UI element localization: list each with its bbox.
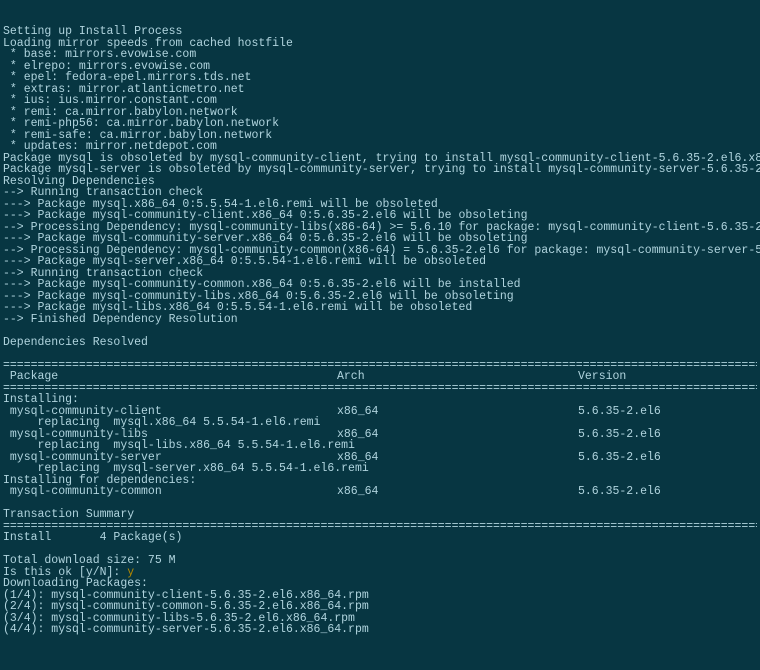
terminal-line: * epel: fedora-epel.mirrors.tds.net xyxy=(3,72,757,84)
table-header: PackageArchVersion xyxy=(3,371,757,383)
terminal-line xyxy=(3,325,757,337)
terminal-line: Dependencies Resolved xyxy=(3,337,757,349)
terminal-line: replacing mysql-server.x86_64 5.5.54-1.e… xyxy=(3,463,757,475)
terminal-line: ---> Package mysql-server.x86_64 0:5.5.5… xyxy=(3,256,757,268)
terminal-output: Setting up Install ProcessLoading mirror… xyxy=(3,26,757,636)
terminal-line: Installing: xyxy=(3,394,757,406)
separator: ========================================… xyxy=(3,383,757,395)
terminal-line: * updates: mirror.netdepot.com xyxy=(3,141,757,153)
terminal-line: Downloading Packages: xyxy=(3,578,757,590)
terminal-line: ---> Package mysql-community-server.x86_… xyxy=(3,233,757,245)
terminal-line: ---> Package mysql-libs.x86_64 0:5.5.54-… xyxy=(3,302,757,314)
terminal-line: ---> Package mysql-community-client.x86_… xyxy=(3,210,757,222)
package-row: mysql-community-commonx86_645.6.35-2.el6 xyxy=(3,486,757,498)
terminal-line: (4/4): mysql-community-server-5.6.35-2.e… xyxy=(3,624,757,636)
terminal-line: (3/4): mysql-community-libs-5.6.35-2.el6… xyxy=(3,613,757,625)
terminal-line xyxy=(3,348,757,360)
terminal-line: * base: mirrors.evowise.com xyxy=(3,49,757,61)
terminal-line: --> Finished Dependency Resolution xyxy=(3,314,757,326)
terminal-line: --> Running transaction check xyxy=(3,187,757,199)
terminal-line: replacing mysql.x86_64 5.5.54-1.el6.remi xyxy=(3,417,757,429)
terminal-line: * ius: ius.mirror.constant.com xyxy=(3,95,757,107)
separator: ========================================… xyxy=(3,360,757,372)
terminal-line: * remi-php56: ca.mirror.babylon.network xyxy=(3,118,757,130)
terminal-line: (2/4): mysql-community-common-5.6.35-2.e… xyxy=(3,601,757,613)
terminal-line: Setting up Install Process xyxy=(3,26,757,38)
terminal-line: Transaction Summary xyxy=(3,509,757,521)
terminal-line: replacing mysql-libs.x86_64 5.5.54-1.el6… xyxy=(3,440,757,452)
terminal-line: Package mysql-server is obsoleted by mys… xyxy=(3,164,757,176)
terminal-line: Install 4 Package(s) xyxy=(3,532,757,544)
terminal-line: ---> Package mysql-community-common.x86_… xyxy=(3,279,757,291)
